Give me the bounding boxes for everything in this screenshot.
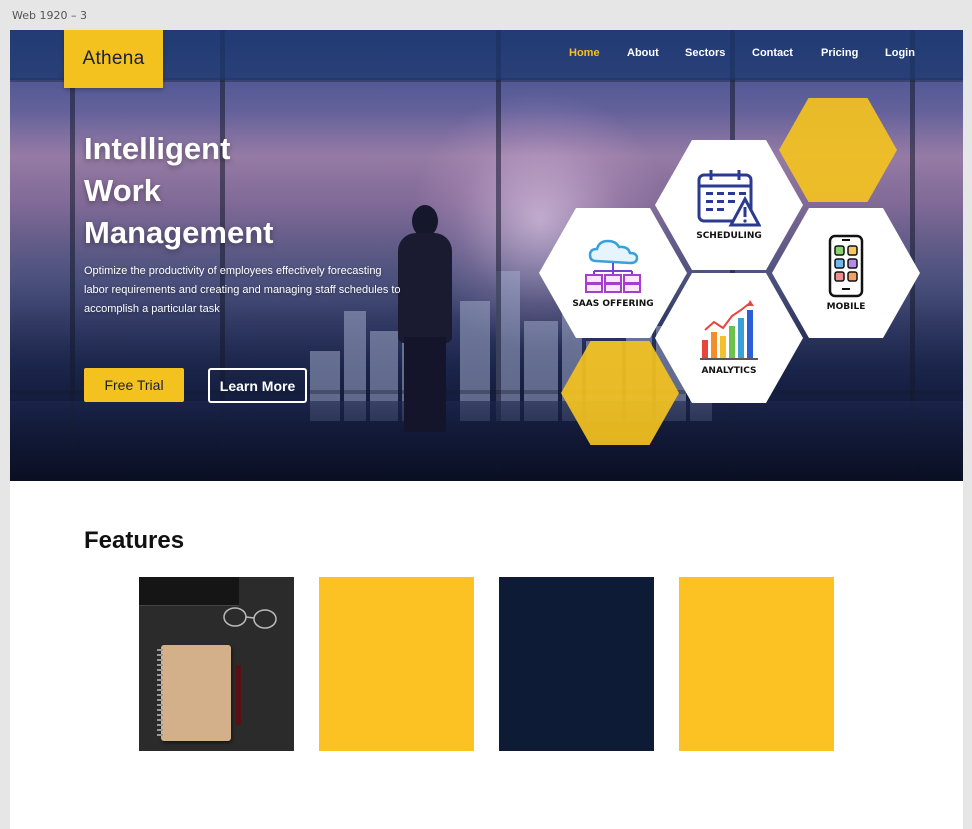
nav-about[interactable]: About — [627, 47, 659, 59]
hex-mobile[interactable]: MOBILE — [772, 208, 920, 338]
feature-card[interactable] — [679, 577, 834, 751]
hero-section: Athena Home About Sectors Contact Pricin… — [10, 30, 963, 481]
hero-title-line: Intelligent — [84, 131, 231, 166]
decorative-hexagon — [779, 98, 897, 202]
feature-card[interactable] — [319, 577, 474, 751]
hero-title: Intelligent Work Management — [84, 128, 344, 254]
smartphone-apps-icon — [828, 234, 864, 298]
artboard-label: Web 1920 – 3 — [12, 9, 87, 22]
learn-more-button[interactable]: Learn More — [208, 368, 307, 403]
hero-description: Optimize the productivity of employees e… — [84, 265, 401, 315]
pen — [236, 665, 241, 725]
hex-label: SAAS OFFERING — [572, 299, 654, 309]
artboard: Athena Home About Sectors Contact Pricin… — [10, 30, 963, 829]
feature-card-photo[interactable] — [139, 577, 294, 751]
office-floor — [10, 401, 963, 481]
cloud-servers-icon — [585, 239, 641, 293]
nav-pricing[interactable]: Pricing — [821, 47, 858, 59]
notebook-spiral — [157, 649, 163, 737]
keyboard — [139, 577, 239, 606]
feature-card[interactable] — [499, 577, 654, 751]
bar-chart-icon — [700, 300, 758, 360]
calendar-warning-icon — [697, 170, 761, 227]
nav-contact[interactable]: Contact — [752, 47, 793, 59]
features-heading: Features — [84, 527, 185, 554]
hero-title-line: Management — [84, 215, 274, 250]
glasses-icon — [223, 607, 277, 629]
hex-label: SCHEDULING — [696, 231, 762, 241]
hero-title-line: Work — [84, 173, 161, 208]
nav-home[interactable]: Home — [569, 47, 600, 59]
hex-label: ANALYTICS — [701, 366, 757, 376]
notebook — [161, 645, 231, 741]
free-trial-button[interactable]: Free Trial — [84, 368, 184, 402]
hex-label: MOBILE — [826, 302, 866, 312]
nav-sectors[interactable]: Sectors — [685, 47, 725, 59]
businessman-silhouette — [390, 205, 460, 435]
nav-login[interactable]: Login — [885, 47, 915, 59]
logo[interactable]: Athena — [64, 30, 163, 88]
